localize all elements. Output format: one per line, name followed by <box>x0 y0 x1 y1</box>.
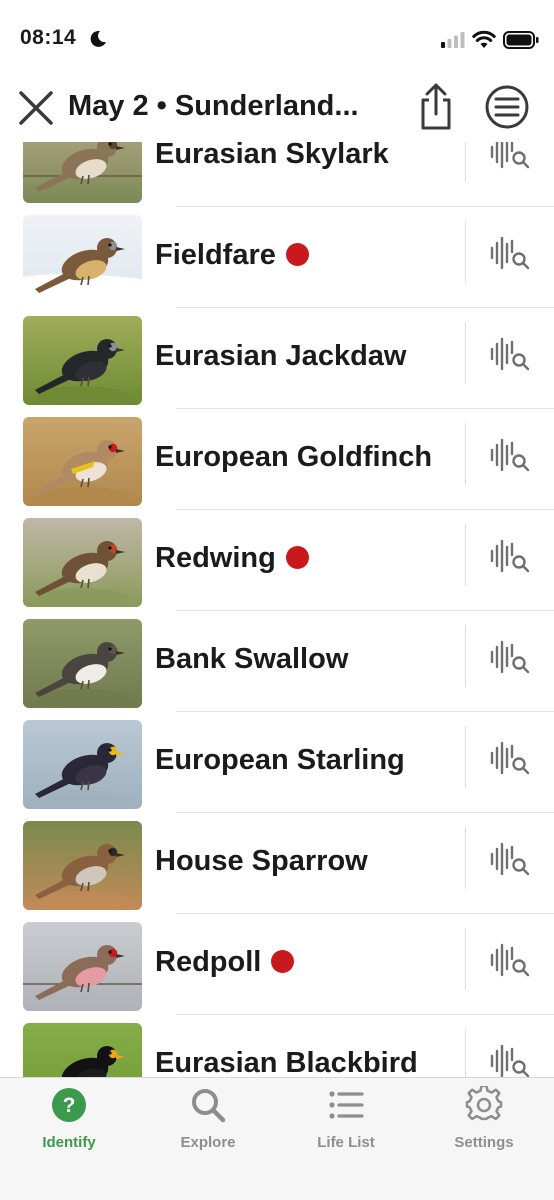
row-divider <box>465 142 466 182</box>
bird-name: Fieldfare <box>155 237 309 273</box>
list-item[interactable]: Eurasian Jackdaw <box>0 308 554 409</box>
bird-photo <box>23 518 142 607</box>
rare-indicator-dot <box>285 243 309 266</box>
bird-name: Eurasian Skylark <box>155 142 389 172</box>
bird-name-label: Eurasian Jackdaw <box>155 340 407 372</box>
page-title: May 2 • Sunderland... <box>68 90 359 122</box>
bird-photo <box>23 1023 142 1077</box>
row-divider <box>465 928 466 990</box>
list-item[interactable]: House Sparrow <box>0 813 554 914</box>
tab-explore[interactable]: Explore <box>158 1086 258 1156</box>
bird-photo <box>23 215 142 304</box>
bird-name: Bank Swallow <box>155 641 348 677</box>
gear-icon <box>465 1086 503 1121</box>
sound-search-icon[interactable] <box>489 336 531 372</box>
cellular-signal-icon <box>441 32 465 48</box>
list-item[interactable]: Bank Swallow <box>0 611 554 712</box>
bird-photo <box>23 619 142 708</box>
tab-label: Settings <box>454 1134 514 1151</box>
tab-label: Identify <box>42 1134 96 1151</box>
row-divider <box>465 221 466 283</box>
status-time: 08:14 <box>20 26 77 49</box>
bird-name-label: Fieldfare <box>155 239 276 271</box>
list-item[interactable]: Eurasian Blackbird <box>0 1015 554 1077</box>
menu-icon[interactable] <box>484 84 530 130</box>
status-bar: 08:14 <box>0 0 554 80</box>
share-icon[interactable] <box>414 82 458 132</box>
tab-label: Life List <box>317 1134 375 1151</box>
bird-name: European Goldfinch <box>155 439 432 475</box>
bird-name-label: Bank Swallow <box>155 643 349 675</box>
search-icon <box>192 1089 226 1123</box>
sound-search-icon[interactable] <box>489 142 531 170</box>
checklist-header: May 2 • Sunderland... <box>0 80 554 142</box>
bird-name-label: European Goldfinch <box>155 441 433 473</box>
row-divider <box>465 726 466 788</box>
bird-name-label: House Sparrow <box>155 845 368 877</box>
sound-search-icon[interactable] <box>489 841 531 877</box>
rare-indicator-dot <box>271 950 295 973</box>
bird-photo <box>23 720 142 809</box>
tab-settings[interactable]: Settings <box>434 1086 534 1156</box>
sound-search-icon[interactable] <box>489 639 531 675</box>
row-divider <box>465 827 466 889</box>
bird-name: House Sparrow <box>155 843 368 879</box>
sound-search-icon[interactable] <box>489 538 531 574</box>
tab-identify[interactable]: ? Identify <box>19 1086 119 1156</box>
sound-search-icon[interactable] <box>489 235 531 271</box>
species-list[interactable]: Eurasian Skylark Fieldfare Eurasian Jackda… <box>0 142 554 1077</box>
bird-photo <box>23 417 142 506</box>
question-circle-icon: ? <box>52 1088 86 1122</box>
tab-bar: ? Identify Explore Life List Settings <box>0 1077 554 1200</box>
tab-label: Explore <box>180 1134 236 1151</box>
list-item[interactable]: Redpoll <box>0 914 554 1015</box>
bird-name: Eurasian Blackbird <box>155 1045 418 1077</box>
bird-name: Redpoll <box>155 944 295 980</box>
moon-icon <box>90 30 106 47</box>
bird-photo <box>23 316 142 405</box>
battery-icon <box>503 31 539 49</box>
row-divider <box>465 625 466 687</box>
close-icon[interactable] <box>16 88 56 128</box>
bird-name-label: Eurasian Skylark <box>155 142 389 170</box>
sound-search-icon[interactable] <box>489 437 531 473</box>
bird-photo <box>23 821 142 910</box>
list-item[interactable]: European Goldfinch <box>0 409 554 510</box>
list-item[interactable]: Eurasian Skylark <box>0 142 554 207</box>
row-divider <box>465 322 466 384</box>
rare-indicator-dot <box>285 546 309 569</box>
row-divider <box>465 524 466 586</box>
bird-name-label: European Starling <box>155 744 405 776</box>
wifi-icon <box>472 30 496 48</box>
bird-photo <box>23 142 142 203</box>
bird-name-label: Eurasian Blackbird <box>155 1047 418 1077</box>
bird-name: European Starling <box>155 742 405 778</box>
row-divider <box>465 1029 466 1077</box>
tab-life-list[interactable]: Life List <box>296 1086 396 1156</box>
list-item[interactable]: European Starling <box>0 712 554 813</box>
svg-text:?: ? <box>63 1094 76 1117</box>
bird-name: Redwing <box>155 540 309 576</box>
bird-name-label: Redpoll <box>155 946 262 978</box>
bird-photo <box>23 922 142 1011</box>
list-item[interactable]: Redwing <box>0 510 554 611</box>
bird-name: Eurasian Jackdaw <box>155 338 406 374</box>
list-icon <box>329 1091 364 1119</box>
sound-search-icon[interactable] <box>489 942 531 978</box>
row-divider <box>465 423 466 485</box>
bird-name-label: Redwing <box>155 542 276 574</box>
list-item[interactable]: Fieldfare <box>0 207 554 308</box>
sound-search-icon[interactable] <box>489 1043 531 1077</box>
sound-search-icon[interactable] <box>489 740 531 776</box>
